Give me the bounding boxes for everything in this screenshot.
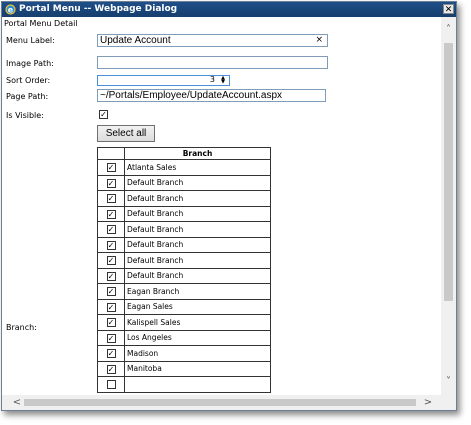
table-header-row: Branch [97, 147, 271, 160]
branch-checkbox[interactable]: ✓ [106, 225, 116, 234]
branch-checkbox[interactable]: ✓ [106, 271, 116, 281]
close-button[interactable]: ✕ [443, 4, 454, 15]
spin-arrows-icon[interactable]: ▲ ▼ [218, 76, 228, 85]
table-row: ✓ Los Angeles [97, 329, 271, 346]
scroll-right-icon[interactable]: > [421, 395, 435, 410]
clear-icon[interactable]: × [315, 35, 323, 46]
branch-checkbox-cell [97, 376, 125, 393]
scrollbar-corner [441, 395, 456, 410]
branch-name-cell [124, 376, 271, 393]
table-row: ✓ Default Branch [97, 252, 271, 269]
branch-name-cell: Default Branch [124, 221, 271, 238]
branch-checkbox-cell: ✓ [97, 236, 125, 253]
branch-checkbox-cell: ✓ [97, 267, 125, 284]
branch-name-cell: Manitoba [124, 360, 271, 377]
table-row: ✓ Eagan Sales [97, 298, 271, 315]
table-row: ✓ Madison [97, 345, 271, 362]
branch-checkbox[interactable]: ✓ [106, 318, 116, 327]
branch-name-cell: Default Branch [124, 252, 271, 269]
branch-name-cell: Default Branch [124, 236, 271, 253]
branch-checkbox-cell: ✓ [97, 205, 125, 222]
menu-label-input[interactable]: Update Account × [97, 34, 328, 47]
table-row: ✓ Default Branch [97, 267, 271, 284]
branch-checkbox[interactable]: ✓ [106, 349, 116, 358]
table-row: ✓ Eagan Branch [97, 283, 271, 300]
branch-name-cell: Default Branch [124, 205, 271, 222]
branch-checkbox[interactable]: ✓ [106, 194, 116, 203]
branch-name-cell: Madison [124, 345, 271, 362]
window-title: Portal Menu -- Webpage Dialog [19, 4, 178, 14]
page-path-value: ~/Portals/Employee/UpdateAccount.aspx [100, 90, 283, 101]
sort-order-value: 3 [209, 75, 215, 84]
branch-checkbox-cell: ✓ [97, 221, 125, 238]
branch-name-cell: Eagan Sales [124, 298, 271, 315]
scroll-down-icon[interactable]: ˅ [441, 375, 456, 389]
branch-checkbox-cell: ✓ [97, 252, 125, 269]
branch-header: Branch [124, 147, 271, 160]
sort-order-stepper[interactable]: 3 ▲ ▼ [97, 75, 230, 86]
branch-table: Branch ✓ Atlanta Sales ✓ Default Branch ✓ Def… [97, 147, 271, 393]
branch-checkbox-cell: ✓ [97, 345, 125, 362]
select-all-button[interactable]: Select all [97, 125, 155, 142]
branch-checkbox[interactable]: ✓ [106, 163, 116, 172]
branch-checkbox-cell: ✓ [97, 298, 125, 315]
branch-checkbox[interactable]: ✓ [106, 256, 116, 265]
branch-checkbox[interactable]: ✓ [106, 302, 116, 312]
branch-label: Branch: [6, 323, 37, 332]
horizontal-scrollbar[interactable]: < > [2, 395, 441, 410]
branch-checkbox-cell: ✓ [97, 174, 125, 191]
menu-label-label: Menu Label: [6, 36, 55, 45]
table-row: ✓ Kalispell Sales [97, 314, 271, 331]
title-bar[interactable]: e Portal Menu -- Webpage Dialog ✕ [2, 2, 456, 17]
table-row: ✓ Default Branch [97, 174, 271, 191]
branch-name-cell: Default Branch [124, 190, 271, 207]
branch-checkbox-cell: ✓ [97, 283, 125, 300]
scroll-left-icon[interactable]: < [10, 395, 24, 410]
is-visible-checkbox[interactable]: ✓ [99, 110, 108, 119]
branch-checkbox-cell: ✓ [97, 329, 125, 346]
table-row: ✓ Atlanta Sales [97, 159, 271, 176]
checkbox-header [97, 147, 125, 160]
table-row: ✓ Default Branch [97, 190, 271, 207]
branch-checkbox[interactable]: ✓ [106, 333, 116, 343]
menu-label-value: Update Account [100, 35, 171, 46]
table-row: ✓ Default Branch [97, 205, 271, 222]
vertical-scrollbar[interactable]: ˄ ˅ [441, 17, 456, 395]
table-row: ✓ Default Branch [97, 236, 271, 253]
branch-checkbox-cell: ✓ [97, 190, 125, 207]
scroll-up-icon[interactable]: ˄ [441, 23, 456, 37]
branch-checkbox-cell: ✓ [97, 159, 125, 176]
branch-checkbox-cell: ✓ [97, 314, 125, 331]
branch-name-cell: Atlanta Sales [124, 159, 271, 176]
sort-order-label: Sort Order: [6, 76, 51, 85]
branch-checkbox[interactable] [106, 380, 116, 389]
branch-name-cell: Kalispell Sales [124, 314, 271, 331]
branch-checkbox[interactable]: ✓ [106, 287, 116, 296]
branch-name-cell: Los Angeles [124, 329, 271, 346]
is-visible-label: Is Visible: [6, 111, 44, 120]
branch-checkbox[interactable]: ✓ [106, 240, 116, 250]
table-row: ✓ Default Branch [97, 221, 271, 238]
svg-text:e: e [8, 6, 14, 15]
image-path-input[interactable] [97, 56, 328, 69]
branch-name-cell: Default Branch [124, 267, 271, 284]
branch-checkbox-cell: ✓ [97, 360, 125, 377]
dialog-content: Portal Menu Detail Menu Label: Update Ac… [2, 17, 441, 395]
image-path-label: Image Path: [6, 59, 54, 68]
branch-checkbox[interactable]: ✓ [106, 364, 116, 374]
table-row: ✓ Manitoba [97, 360, 271, 377]
table-row [97, 376, 271, 393]
page-path-input[interactable]: ~/Portals/Employee/UpdateAccount.aspx [97, 89, 326, 102]
dialog-window: e Portal Menu -- Webpage Dialog ✕ Portal… [1, 1, 457, 411]
horizontal-scroll-thumb[interactable] [24, 399, 416, 406]
branch-name-cell: Eagan Branch [124, 283, 271, 300]
section-title: Portal Menu Detail [4, 19, 78, 28]
branch-name-cell: Default Branch [124, 174, 271, 191]
vertical-scroll-thumb[interactable] [444, 43, 453, 301]
branch-checkbox[interactable]: ✓ [106, 178, 116, 188]
internet-explorer-icon: e [5, 4, 16, 15]
page-path-label: Page Path: [6, 92, 49, 101]
branch-checkbox[interactable]: ✓ [106, 209, 116, 219]
branch-table-body: ✓ Atlanta Sales ✓ Default Branch ✓ Default Br… [97, 159, 271, 393]
